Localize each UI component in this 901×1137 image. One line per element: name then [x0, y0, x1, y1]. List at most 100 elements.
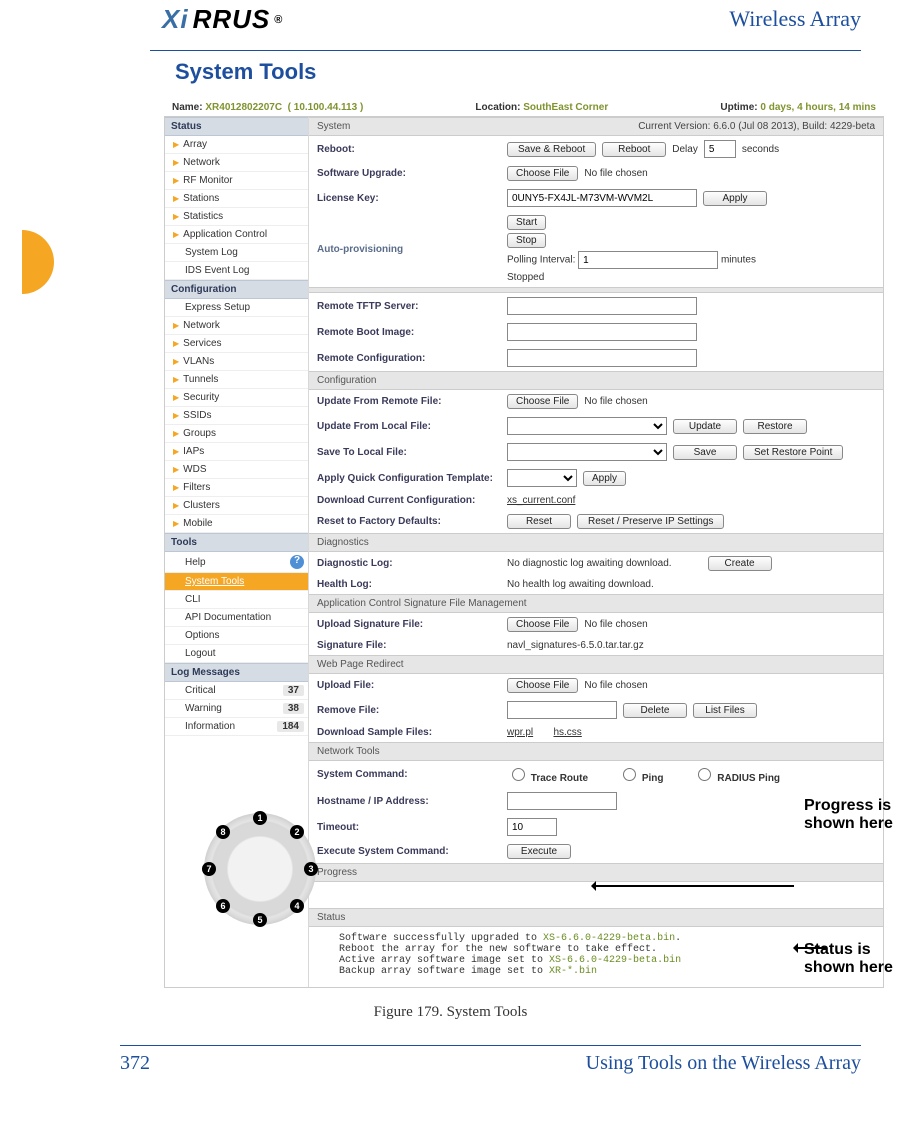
- sidebar-item-system-tools[interactable]: System Tools: [165, 573, 308, 591]
- section-title: System Tools: [175, 59, 861, 85]
- sidebar-item-app-control[interactable]: ▶Application Control: [165, 226, 308, 244]
- create-diag-button[interactable]: Create: [708, 556, 772, 571]
- sidebar-item-ssids[interactable]: ▶SSIDs: [165, 407, 308, 425]
- sidebar-item-api-doc[interactable]: API Documentation: [165, 609, 308, 627]
- wpr-sample-2[interactable]: hs.css: [553, 727, 581, 738]
- brand-rrus: RRUS: [193, 4, 271, 35]
- section-diagnostics: Diagnostics: [309, 533, 883, 552]
- radio-traceroute-input[interactable]: [512, 768, 525, 781]
- update-button[interactable]: Update: [673, 419, 737, 434]
- restore-button[interactable]: Restore: [743, 419, 807, 434]
- sidebar-item-array[interactable]: ▶Array: [165, 136, 308, 154]
- wpr-list-files-button[interactable]: List Files: [693, 703, 757, 718]
- sidebar-item-network[interactable]: ▶Network: [165, 154, 308, 172]
- sidebar-item-stations[interactable]: ▶Stations: [165, 190, 308, 208]
- expand-icon: ▶: [173, 429, 179, 438]
- host-input[interactable]: [507, 792, 617, 810]
- sidebar-item-help[interactable]: Help?: [165, 552, 308, 573]
- sidebar-item-security[interactable]: ▶Security: [165, 389, 308, 407]
- autoprov-status: Stopped: [507, 272, 544, 283]
- reset-preserve-ip-button[interactable]: Reset / Preserve IP Settings: [577, 514, 724, 529]
- delay-seconds: seconds: [742, 144, 779, 155]
- upgrade-choose-file-button[interactable]: Choose File: [507, 166, 578, 181]
- radio-ping-input[interactable]: [623, 768, 636, 781]
- sidebar-item-warning[interactable]: Warning38: [165, 700, 308, 718]
- header-rule: [150, 50, 861, 51]
- sidebar-item-wds[interactable]: ▶WDS: [165, 461, 308, 479]
- critical-count: 37: [283, 685, 304, 696]
- sidebar-item-services[interactable]: ▶Services: [165, 335, 308, 353]
- radio-radius-ping-input[interactable]: [698, 768, 711, 781]
- sig-choose-file-button[interactable]: Choose File: [507, 617, 578, 632]
- sidebar-item-mobile[interactable]: ▶Mobile: [165, 515, 308, 533]
- radio-radius-ping[interactable]: RADIUS Ping: [693, 765, 780, 784]
- reboot-button[interactable]: Reboot: [602, 142, 666, 157]
- sidebar-item-system-log[interactable]: System Log: [165, 244, 308, 262]
- license-input[interactable]: [507, 189, 697, 207]
- sidebar-item-cli[interactable]: CLI: [165, 591, 308, 609]
- upd-local-label: Update From Local File:: [317, 421, 507, 432]
- sidebar-item-options[interactable]: Options: [165, 627, 308, 645]
- save-local-select[interactable]: [507, 443, 667, 461]
- wpr-choose-file-button[interactable]: Choose File: [507, 678, 578, 693]
- section-app-control-sig: Application Control Signature File Manag…: [309, 594, 883, 613]
- section-webpage-redirect: Web Page Redirect: [309, 655, 883, 674]
- host-label: Hostname / IP Address:: [317, 796, 507, 807]
- radio-traceroute[interactable]: Trace Route: [507, 765, 588, 784]
- ap-radio-6: 6: [216, 899, 230, 913]
- radio-ping[interactable]: Ping: [618, 765, 663, 784]
- quick-config-label: Apply Quick Configuration Template:: [317, 473, 507, 484]
- poll-input[interactable]: [578, 251, 718, 269]
- location-value: SouthEast Corner: [523, 102, 608, 113]
- sig-filename: No file chosen: [584, 619, 647, 630]
- delay-input[interactable]: [704, 140, 736, 158]
- sidebar-item-vlans[interactable]: ▶VLANs: [165, 353, 308, 371]
- local-file-select[interactable]: [507, 417, 667, 435]
- wpr-sample-1[interactable]: wpr.pl: [507, 727, 533, 738]
- boot-input[interactable]: [507, 323, 697, 341]
- sidebar-item-groups[interactable]: ▶Groups: [165, 425, 308, 443]
- sidebar-item-config-network[interactable]: ▶Network: [165, 317, 308, 335]
- sidebar-item-logout[interactable]: Logout: [165, 645, 308, 663]
- set-restore-point-button[interactable]: Set Restore Point: [743, 445, 843, 460]
- sidebar-item-iaps[interactable]: ▶IAPs: [165, 443, 308, 461]
- exec-label: Execute System Command:: [317, 846, 507, 857]
- sidebar-item-clusters[interactable]: ▶Clusters: [165, 497, 308, 515]
- expand-icon: ▶: [173, 447, 179, 456]
- sidebar-item-statistics[interactable]: ▶Statistics: [165, 208, 308, 226]
- reset-button[interactable]: Reset: [507, 514, 571, 529]
- tftp-input[interactable]: [507, 297, 697, 315]
- save-button[interactable]: Save: [673, 445, 737, 460]
- sidebar-item-information[interactable]: Information184: [165, 718, 308, 736]
- quick-config-select[interactable]: [507, 469, 577, 487]
- autoprov-start-button[interactable]: Start: [507, 215, 546, 230]
- upload-sig-label: Upload Signature File:: [317, 619, 507, 630]
- expand-icon: ▶: [173, 393, 179, 402]
- execute-button[interactable]: Execute: [507, 844, 571, 859]
- sidebar-item-filters[interactable]: ▶Filters: [165, 479, 308, 497]
- expand-icon: ▶: [173, 158, 179, 167]
- wpr-remove-input[interactable]: [507, 701, 617, 719]
- remote-choose-file-button[interactable]: Choose File: [507, 394, 578, 409]
- wpr-upload-label: Upload File:: [317, 680, 507, 691]
- timeout-input[interactable]: [507, 818, 557, 836]
- sidebar-item-critical[interactable]: Critical37: [165, 682, 308, 700]
- save-reboot-button[interactable]: Save & Reboot: [507, 142, 596, 157]
- sidebar-item-rf-monitor[interactable]: ▶RF Monitor: [165, 172, 308, 190]
- quick-apply-button[interactable]: Apply: [583, 471, 626, 486]
- wpr-remove-label: Remove File:: [317, 705, 507, 716]
- location-label: Location:: [475, 102, 520, 113]
- license-apply-button[interactable]: Apply: [703, 191, 767, 206]
- autoprov-stop-button[interactable]: Stop: [507, 233, 546, 248]
- sidebar-item-tunnels[interactable]: ▶Tunnels: [165, 371, 308, 389]
- remote-conf-label: Remote Configuration:: [317, 353, 507, 364]
- expand-icon: ▶: [173, 339, 179, 348]
- header-title: Wireless Array: [729, 6, 861, 32]
- sidebar-item-ids-event-log[interactable]: IDS Event Log: [165, 262, 308, 280]
- wpr-download-label: Download Sample Files:: [317, 727, 507, 738]
- download-config-link[interactable]: xs_current.conf: [507, 495, 575, 506]
- status-output: Software successfully upgraded to XS-6.6…: [309, 927, 883, 987]
- wpr-delete-button[interactable]: Delete: [623, 703, 687, 718]
- sidebar-item-express-setup[interactable]: Express Setup: [165, 299, 308, 317]
- remote-conf-input[interactable]: [507, 349, 697, 367]
